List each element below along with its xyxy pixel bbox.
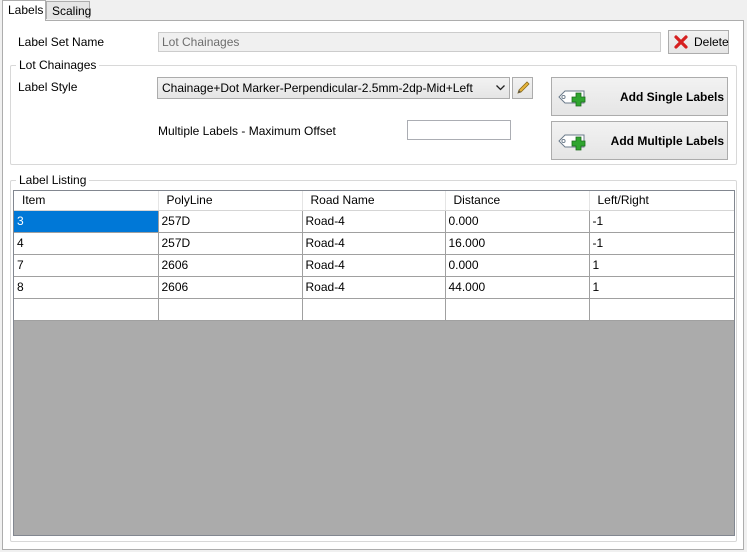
table-row[interactable]: 7 2606 Road-4 0.000 1 (14, 254, 734, 277)
label-style-dropdown[interactable]: Chainage+Dot Marker-Perpendicular-2.5mm-… (157, 77, 510, 99)
label-listing-grid[interactable]: Item PolyLine Road Name Distance Left/Ri… (13, 190, 735, 536)
table-cell[interactable]: 44.000 (444, 276, 590, 299)
table-cell[interactable]: 7 (14, 254, 159, 277)
delete-button-label: Delete (694, 35, 729, 49)
max-offset-label: Multiple Labels - Maximum Offset (158, 124, 336, 138)
table-cell[interactable]: 3 (14, 210, 159, 233)
label-listing-group-title: Label Listing (16, 173, 90, 187)
label-style-value: Chainage+Dot Marker-Perpendicular-2.5mm-… (162, 81, 473, 95)
table-cell[interactable] (588, 298, 734, 321)
table-cell[interactable] (301, 298, 446, 321)
delete-button[interactable]: Delete (668, 30, 729, 54)
label-style-label: Label Style (18, 80, 78, 94)
table-cell[interactable]: 0.000 (444, 210, 590, 233)
table-cell[interactable]: Road-4 (301, 254, 446, 277)
table-row[interactable]: 4 257D Road-4 16.000 -1 (14, 232, 734, 255)
add-single-labels-label: Add Single Labels (619, 90, 724, 104)
add-label-icon (556, 131, 590, 151)
table-cell[interactable] (14, 298, 159, 321)
table-cell[interactable]: 1 (588, 276, 734, 299)
table-cell[interactable]: 8 (14, 276, 159, 299)
table-header-row: Item PolyLine Road Name Distance Left/Ri… (14, 191, 734, 211)
table-cell[interactable]: 4 (14, 232, 159, 255)
add-single-labels-button[interactable]: Add Single Labels (551, 77, 728, 116)
label-listing-table: Item PolyLine Road Name Distance Left/Ri… (14, 191, 734, 321)
table-cell[interactable]: 2606 (157, 276, 303, 299)
table-row[interactable]: 8 2606 Road-4 44.000 1 (14, 276, 734, 299)
table-row[interactable]: 3 257D Road-4 0.000 -1 (14, 210, 734, 233)
table-cell[interactable]: 257D (157, 232, 303, 255)
table-cell[interactable]: Road-4 (301, 210, 446, 233)
table-cell[interactable]: 257D (157, 210, 303, 233)
label-set-name-label: Label Set Name (18, 35, 105, 49)
chevron-down-icon (495, 78, 505, 98)
column-header-distance[interactable]: Distance (445, 191, 590, 211)
table-row-new[interactable] (14, 298, 734, 321)
column-header-polyline[interactable]: PolyLine (158, 191, 303, 211)
add-label-icon (556, 87, 590, 107)
panel-content: Label Set Name Lot Chainages Delete Lot … (0, 0, 747, 552)
table-cell[interactable]: -1 (588, 232, 734, 255)
edit-style-button[interactable] (512, 77, 533, 99)
add-multiple-labels-label: Add Multiple Labels (610, 134, 724, 148)
table-cell[interactable]: -1 (588, 210, 734, 233)
label-set-name-field[interactable]: Lot Chainages (158, 32, 661, 52)
table-cell[interactable]: Road-4 (301, 276, 446, 299)
add-multiple-labels-button[interactable]: Add Multiple Labels (551, 121, 728, 160)
lot-chainages-group-title: Lot Chainages (16, 58, 100, 72)
delete-x-icon (674, 35, 688, 49)
pencil-icon (515, 80, 531, 96)
table-cell[interactable]: Road-4 (301, 232, 446, 255)
column-header-road-name[interactable]: Road Name (302, 191, 446, 211)
column-header-item[interactable]: Item (14, 191, 159, 211)
table-cell[interactable] (444, 298, 590, 321)
table-cell[interactable]: 1 (588, 254, 734, 277)
table-cell[interactable]: 2606 (157, 254, 303, 277)
table-cell[interactable]: 16.000 (444, 232, 590, 255)
table-cell[interactable]: 0.000 (444, 254, 590, 277)
max-offset-input[interactable] (407, 120, 511, 140)
column-header-left-right[interactable]: Left/Right (589, 191, 734, 211)
table-cell[interactable] (157, 298, 303, 321)
